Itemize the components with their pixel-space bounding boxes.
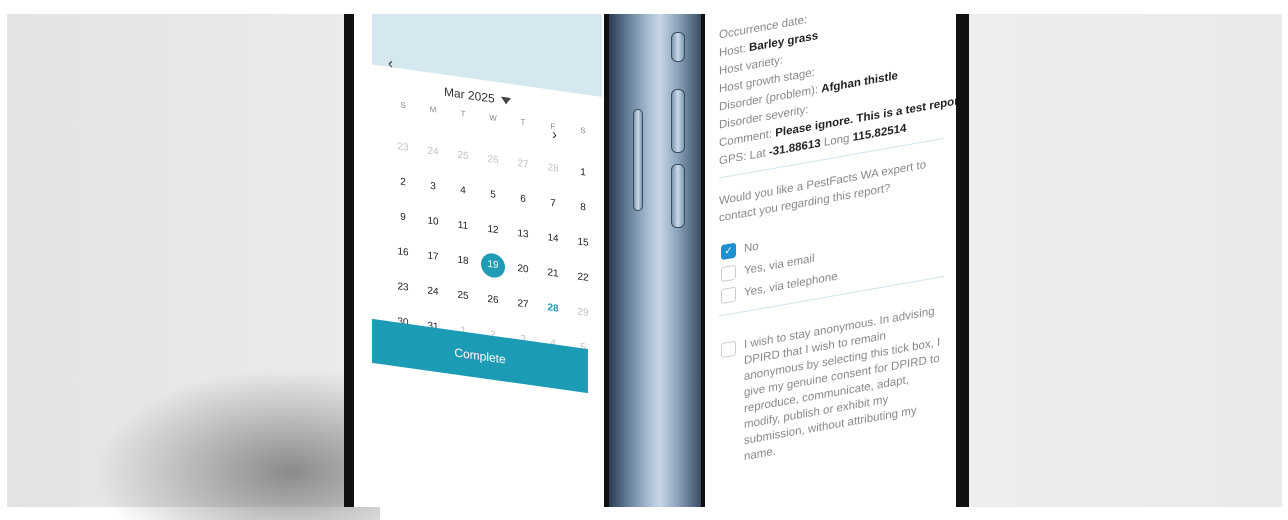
weekday-label: W: [489, 113, 497, 124]
calendar-day[interactable]: 25: [448, 142, 478, 181]
calendar-day[interactable]: 20: [508, 256, 538, 295]
power-button: [633, 109, 643, 211]
calendar-day[interactable]: 21: [538, 260, 568, 299]
calendar-day[interactable]: 23: [388, 274, 418, 313]
calendar-day[interactable]: 23: [388, 134, 418, 173]
contact-question: Would you like a PestFacts WA expert to …: [719, 159, 927, 225]
date-picker-header: 19-03-2025: [372, 14, 602, 97]
calendar-day[interactable]: 9: [388, 204, 418, 243]
calendar-day[interactable]: 17: [418, 243, 448, 282]
calendar-day[interactable]: 18: [448, 247, 478, 286]
checkbox-icon[interactable]: [721, 264, 736, 283]
checkbox-checked-icon[interactable]: ✓: [721, 242, 736, 261]
calendar-day[interactable]: 27: [508, 151, 538, 190]
calendar-day[interactable]: 29: [568, 299, 598, 338]
checkbox-icon[interactable]: [721, 340, 736, 359]
calendar-day[interactable]: 15: [568, 229, 598, 268]
month-year-selector[interactable]: Mar 2025: [444, 85, 511, 108]
action-button: [671, 32, 685, 62]
checkbox-icon[interactable]: [721, 286, 736, 305]
phone-side-frame: [609, 14, 701, 507]
calendar-day[interactable]: 8: [568, 194, 598, 233]
option-no[interactable]: ✓ No: [721, 239, 759, 261]
anonymous-option[interactable]: I wish to stay anonymous. In advising DP…: [721, 302, 944, 469]
weekday-label: S: [400, 100, 406, 111]
calendar-day[interactable]: 7: [538, 190, 568, 229]
calendar-day[interactable]: 28: [538, 155, 568, 194]
phone-right: Occurrence date: Host: Barley grass Host…: [701, 14, 969, 507]
calendar-day[interactable]: 11: [448, 212, 478, 251]
calendar-day[interactable]: 10: [418, 208, 448, 247]
calendar-day[interactable]: 5: [478, 181, 508, 220]
calendar-day[interactable]: 14: [538, 225, 568, 264]
caret-down-icon: [500, 96, 511, 106]
weekday-label: F: [550, 121, 556, 132]
calendar-day[interactable]: 12: [478, 216, 508, 255]
calendar-day[interactable]: 16: [388, 239, 418, 278]
date-picker-screen: 19-03-2025 ‹ Mar 2025 › SMTWTFS232425262…: [354, 14, 604, 507]
calendar-day[interactable]: 24: [418, 138, 448, 177]
phone-left: 19-03-2025 ‹ Mar 2025 › SMTWTFS232425262…: [344, 14, 609, 507]
report-screen: Occurrence date: Host: Barley grass Host…: [705, 14, 956, 507]
month-year-label: Mar 2025: [444, 84, 495, 106]
volume-down-button: [671, 164, 685, 228]
selected-day[interactable]: 19: [481, 251, 505, 280]
weekday-label: T: [520, 117, 526, 128]
weekday-label: M: [429, 104, 437, 115]
calendar-day[interactable]: 25: [448, 282, 478, 321]
weekday-label: S: [580, 125, 586, 136]
calendar-day[interactable]: 27: [508, 291, 538, 330]
phone-shadow: [80, 360, 380, 520]
calendar-day[interactable]: 19: [478, 251, 508, 290]
calendar-day[interactable]: 24: [418, 278, 448, 317]
calendar-day[interactable]: 1: [568, 159, 598, 198]
weekday-label: T: [460, 108, 466, 119]
calendar-day[interactable]: 4: [448, 177, 478, 216]
calendar-day[interactable]: 28: [538, 295, 568, 334]
calendar-day[interactable]: 26: [478, 146, 508, 185]
volume-up-button: [671, 89, 685, 153]
calendar-day[interactable]: 26: [478, 286, 508, 325]
calendar-day[interactable]: 2: [388, 169, 418, 208]
calendar-day[interactable]: 6: [508, 186, 538, 225]
calendar-day[interactable]: 13: [508, 221, 538, 260]
anonymous-consent-text: I wish to stay anonymous. In advising DP…: [744, 305, 941, 464]
calendar-day[interactable]: 3: [418, 173, 448, 212]
chevron-left-icon[interactable]: ‹: [388, 55, 393, 73]
calendar-day[interactable]: 22: [568, 264, 598, 303]
